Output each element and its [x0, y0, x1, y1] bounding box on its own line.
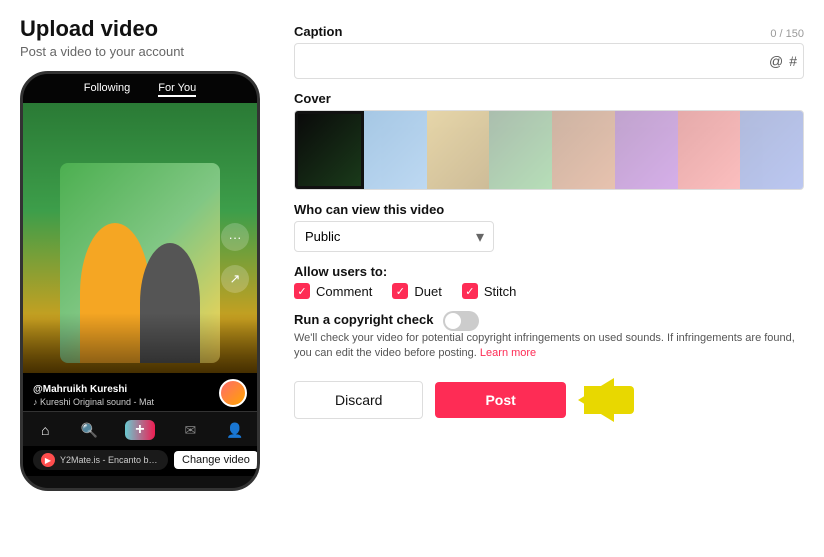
- caption-counter: 0 / 150: [770, 28, 804, 40]
- copyright-section: Run a copyright check We'll check your v…: [294, 311, 804, 362]
- stitch-checkbox-item[interactable]: ✓ Stitch: [462, 283, 517, 299]
- phone-user-details: @Mahruikh Kureshi ♪ Kureshi Original sou…: [33, 384, 154, 407]
- nav-profile: 👤: [226, 421, 244, 439]
- profile-icon: 👤: [226, 421, 244, 439]
- caption-label: Caption: [294, 24, 342, 39]
- arrow-indicator: [578, 378, 614, 422]
- cover-section: Cover: [294, 91, 804, 190]
- phone-preview: Following For You ··· ↗ @Mahru: [20, 71, 260, 491]
- duet-label: Duet: [414, 284, 441, 299]
- copyright-row: Run a copyright check: [294, 311, 804, 331]
- copyright-toggle[interactable]: [443, 311, 479, 331]
- caption-input[interactable]: [301, 44, 769, 78]
- phone-username: @Mahruikh Kureshi: [33, 384, 154, 395]
- add-icon: +: [125, 420, 155, 440]
- share-icon: ↗: [221, 265, 249, 293]
- phone-user-info: @Mahruikh Kureshi ♪ Kureshi Original sou…: [33, 379, 247, 407]
- toggle-knob: [445, 313, 461, 329]
- stitch-label: Stitch: [484, 284, 517, 299]
- copyright-note: We'll check your video for potential cop…: [294, 331, 804, 362]
- cover-frame-1[interactable]: [295, 111, 364, 189]
- duet-checkbox-item[interactable]: ✓ Duet: [392, 283, 441, 299]
- nav-home: ⌂: [36, 421, 54, 439]
- cover-frame-2[interactable]: [364, 111, 427, 189]
- allow-section: Allow users to: ✓ Comment ✓ Duet ✓ Stitc…: [294, 264, 804, 299]
- copyright-label: Run a copyright check: [294, 312, 433, 327]
- phone-bottom-bar: ▶ Y2Mate.is - Encanto bu... Change video: [23, 446, 257, 476]
- hash-icon[interactable]: #: [789, 53, 797, 69]
- phone-right-icons: ··· ↗: [221, 223, 249, 293]
- source-icon: ▶: [41, 453, 55, 467]
- allow-row: ✓ Comment ✓ Duet ✓ Stitch: [294, 283, 804, 299]
- allow-label: Allow users to:: [294, 264, 804, 279]
- caption-section: Caption 0 / 150 @ #: [294, 24, 804, 79]
- viewer-section: Who can view this video Public Friends P…: [294, 202, 804, 252]
- comment-label: Comment: [316, 284, 372, 299]
- phone-sound: ♪ Kureshi Original sound - Mat: [33, 397, 154, 407]
- caption-header-row: Caption 0 / 150: [294, 24, 804, 43]
- home-icon: ⌂: [36, 421, 54, 439]
- left-panel: Upload video Post a video to your accoun…: [20, 16, 270, 541]
- at-icon[interactable]: @: [769, 53, 783, 69]
- caption-icons: @ #: [769, 53, 797, 69]
- post-button[interactable]: Post: [435, 382, 565, 418]
- video-overlay: [23, 313, 257, 373]
- action-buttons: Discard Post: [294, 378, 804, 422]
- source-badge: ▶ Y2Mate.is - Encanto bu...: [33, 450, 168, 470]
- inbox-icon: ✉: [181, 421, 199, 439]
- page-title: Upload video: [20, 16, 270, 42]
- phone-bottom-info: @Mahruikh Kureshi ♪ Kureshi Original sou…: [23, 373, 257, 411]
- right-panel: Caption 0 / 150 @ # Cover: [294, 16, 804, 541]
- nav-add: +: [125, 420, 155, 440]
- phone-tab-for-you: For You: [158, 82, 196, 97]
- phone-nav-bar: ⌂ 🔍 + ✉ 👤: [23, 411, 257, 446]
- comment-checkbox[interactable]: ✓: [294, 283, 310, 299]
- viewer-select-wrapper: Public Friends Private ▾: [294, 221, 494, 252]
- cover-frame-6[interactable]: [615, 111, 678, 189]
- cover-frame-8[interactable]: [740, 111, 803, 189]
- nav-discover: 🔍: [81, 421, 99, 439]
- more-options-icon: ···: [221, 223, 249, 251]
- cover-strip[interactable]: [294, 110, 804, 190]
- viewer-label: Who can view this video: [294, 202, 804, 217]
- discover-icon: 🔍: [81, 421, 99, 439]
- source-label: Y2Mate.is - Encanto bu...: [60, 455, 160, 465]
- phone-tab-following: Following: [84, 82, 130, 97]
- stitch-checkbox[interactable]: ✓: [462, 283, 478, 299]
- cover-frame-3[interactable]: [427, 111, 490, 189]
- discard-button[interactable]: Discard: [294, 381, 423, 419]
- phone-tab-bar: Following For You: [23, 74, 257, 103]
- duet-checkbox[interactable]: ✓: [392, 283, 408, 299]
- cover-thumb-1: [298, 114, 361, 186]
- phone-avatar: [219, 379, 247, 407]
- viewer-select[interactable]: Public Friends Private: [294, 221, 494, 252]
- caption-input-wrapper: @ #: [294, 43, 804, 79]
- change-video-button[interactable]: Change video: [174, 451, 258, 469]
- cover-label: Cover: [294, 91, 804, 106]
- learn-more-link[interactable]: Learn more: [480, 347, 536, 359]
- phone-video-area: ··· ↗: [23, 103, 257, 373]
- cover-frame-4[interactable]: [489, 111, 552, 189]
- nav-inbox: ✉: [181, 421, 199, 439]
- cover-frame-5[interactable]: [552, 111, 615, 189]
- cover-frame-7[interactable]: [678, 111, 741, 189]
- comment-checkbox-item[interactable]: ✓ Comment: [294, 283, 372, 299]
- page-subtitle: Post a video to your account: [20, 44, 270, 59]
